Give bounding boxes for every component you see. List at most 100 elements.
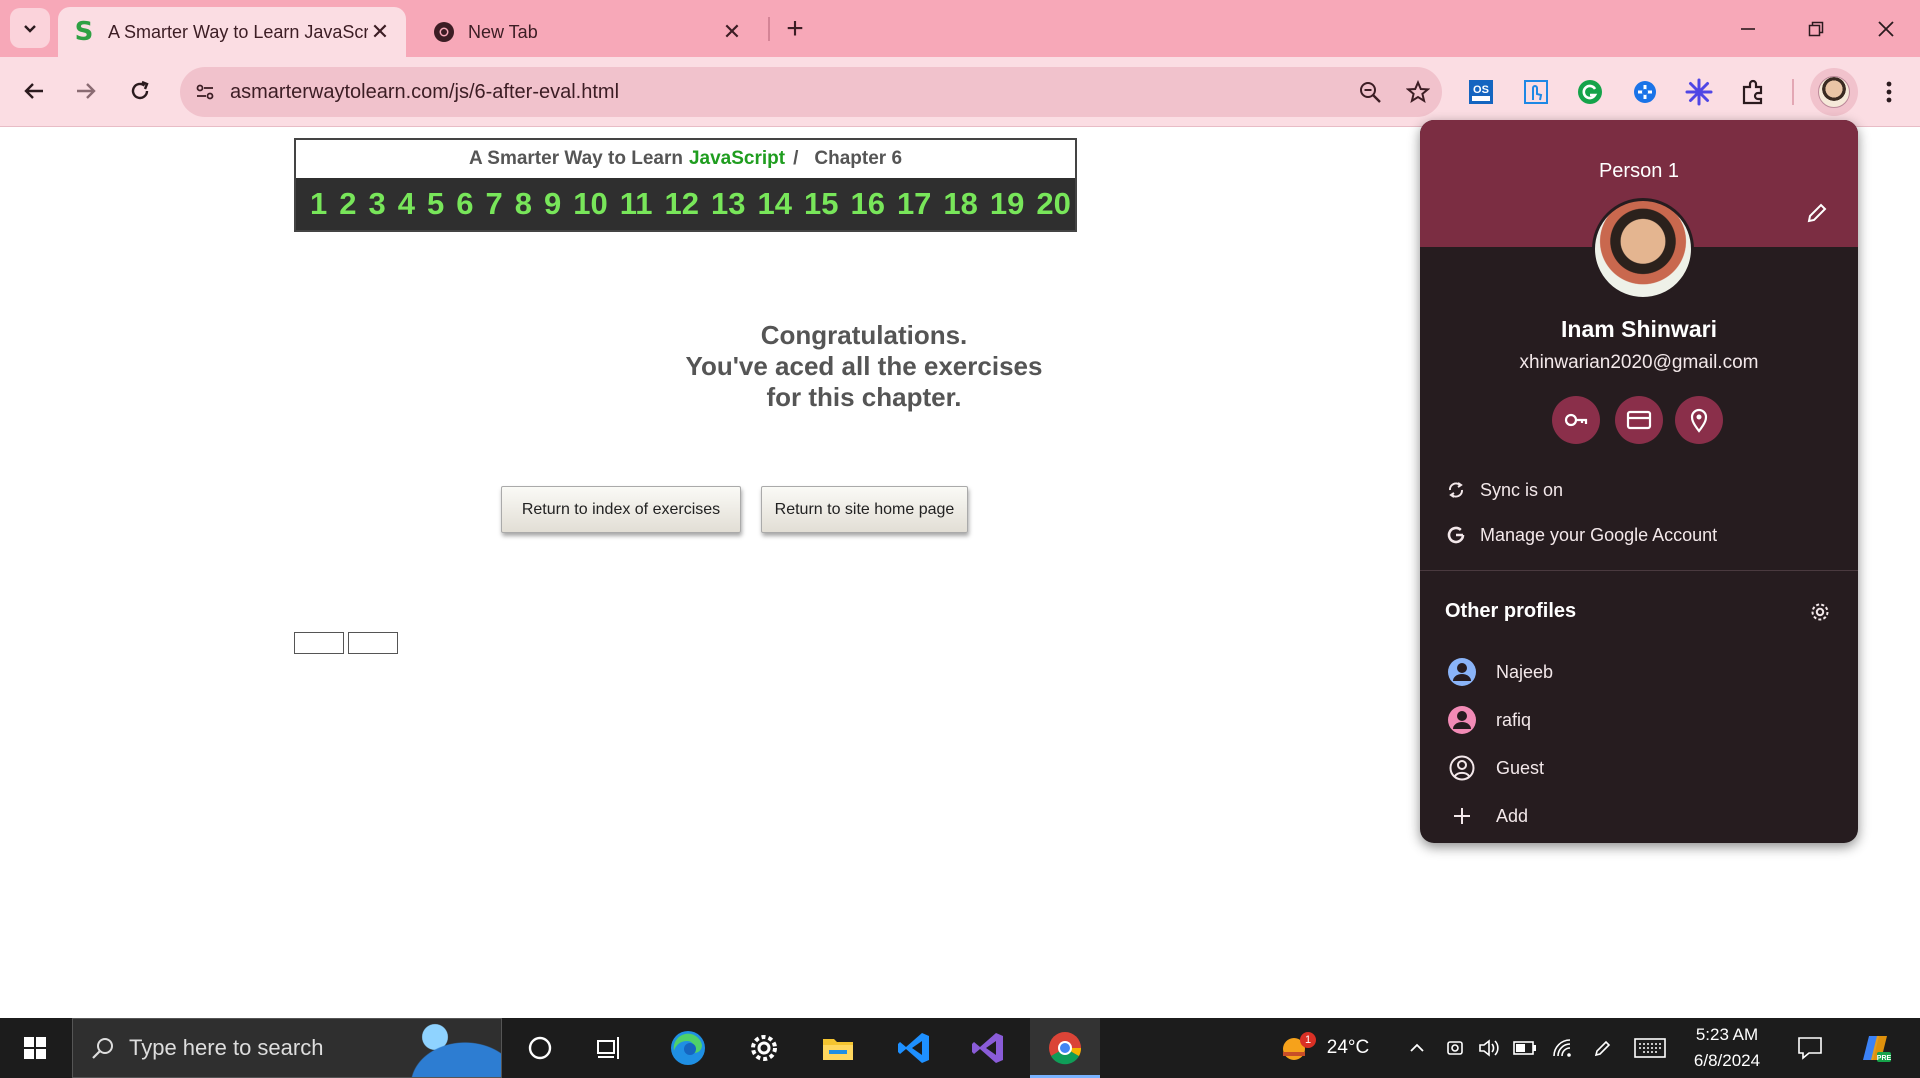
profile-button[interactable] <box>1810 68 1858 116</box>
chapter-link[interactable]: 9 <box>544 186 561 222</box>
chapter-link[interactable]: 11 <box>620 186 653 222</box>
taskbar-search[interactable]: Type here to search <box>72 1018 502 1078</box>
touch-icon[interactable] <box>1517 73 1555 111</box>
empty-box[interactable] <box>348 632 398 654</box>
chapter-label: Chapter 6 <box>814 148 903 169</box>
close-tab-icon[interactable]: ✕ <box>368 19 392 44</box>
sync-status-row[interactable]: Sync is on <box>1420 468 1858 512</box>
search-placeholder: Type here to search <box>129 1035 324 1060</box>
chapter-link[interactable]: 10 <box>573 186 607 222</box>
touch-keyboard-button[interactable] <box>1630 1018 1670 1078</box>
cortana-icon <box>528 1036 552 1060</box>
vscode-app[interactable] <box>884 1018 944 1078</box>
manage-account-row[interactable]: Manage your Google Account <box>1420 513 1858 557</box>
copilot-button[interactable]: PRE <box>1850 1018 1900 1078</box>
pen-button[interactable] <box>1588 1018 1618 1078</box>
puzzle-icon[interactable] <box>1734 73 1772 111</box>
profile-item-najeeb[interactable]: Najeeb <box>1420 650 1858 694</box>
menu-divider <box>1420 570 1858 571</box>
chapter-link[interactable]: 13 <box>711 186 745 222</box>
chevron-up-icon <box>1410 1043 1424 1052</box>
reload-icon <box>131 80 149 100</box>
keyboard-icon <box>1634 1038 1666 1058</box>
chapter-link[interactable]: 3 <box>369 186 386 222</box>
dashlane-icon[interactable] <box>1626 73 1664 111</box>
url-text[interactable]: asmarterwaytolearn.com/js/6-after-eval.h… <box>230 81 1346 104</box>
payment-methods-button[interactable] <box>1615 396 1663 444</box>
profile-item-rafiq[interactable]: rafiq <box>1420 698 1858 742</box>
settings-app[interactable] <box>734 1018 794 1078</box>
chapter-link[interactable]: 20 <box>1036 186 1070 222</box>
windows-icon <box>24 1037 46 1059</box>
chrome-icon <box>1049 1032 1082 1065</box>
empty-box[interactable] <box>294 632 344 654</box>
bookmark-button[interactable] <box>1394 68 1442 116</box>
chapter-link[interactable]: 1 <box>310 186 327 222</box>
chapter-link[interactable]: 18 <box>943 186 977 222</box>
chapter-link[interactable]: 14 <box>757 186 791 222</box>
close-tab-icon[interactable]: ✕ <box>720 19 744 44</box>
passwords-button[interactable] <box>1552 396 1600 444</box>
notifications-button[interactable] <box>1790 1018 1830 1078</box>
svg-text:OS: OS <box>1473 84 1489 96</box>
manage-profiles-button[interactable] <box>1804 596 1836 628</box>
task-view-button[interactable] <box>580 1018 640 1078</box>
chapter-number-list: 1 2 3 4 5 6 7 8 9 10 11 12 13 14 15 16 1… <box>296 178 1075 230</box>
tab-active[interactable]: S A Smarter Way to Learn JavaScr ✕ <box>58 7 406 57</box>
battery-icon <box>1513 1041 1536 1055</box>
reload-button[interactable] <box>120 71 160 111</box>
tab-title: A Smarter Way to Learn JavaScr <box>108 21 368 42</box>
add-profile-row[interactable]: Add <box>1420 794 1858 838</box>
visual-studio-app[interactable] <box>958 1018 1018 1078</box>
profile-item-label: Najeeb <box>1496 661 1554 682</box>
chapter-link[interactable]: 7 <box>486 186 503 222</box>
addresses-button[interactable] <box>1675 396 1723 444</box>
chapter-link[interactable]: 2 <box>339 186 356 222</box>
site-info-icon[interactable] <box>180 67 230 117</box>
meet-now-button[interactable] <box>1440 1018 1470 1078</box>
network-button[interactable] <box>1548 1018 1578 1078</box>
tab-strip: S A Smarter Way to Learn JavaScr ✕ New T… <box>0 0 1920 57</box>
chrome-app[interactable] <box>1030 1018 1100 1078</box>
back-button[interactable] <box>14 71 54 111</box>
chapter-link[interactable]: 4 <box>398 186 415 222</box>
taskbar-clock[interactable]: 5:23 AM 6/8/2024 <box>1682 1022 1772 1074</box>
return-to-index-button[interactable]: Return to index of exercises <box>501 486 741 533</box>
chapter-link[interactable]: 12 <box>665 186 699 222</box>
file-explorer-app[interactable] <box>808 1018 868 1078</box>
key-icon <box>1564 413 1588 427</box>
chapter-link[interactable]: 15 <box>804 186 838 222</box>
chapter-link[interactable]: 6 <box>456 186 473 222</box>
cortana-button[interactable] <box>510 1018 570 1078</box>
show-hidden-icons-button[interactable] <box>1402 1018 1432 1078</box>
tab-new-tab[interactable]: New Tab ✕ <box>418 7 758 57</box>
new-tab-button[interactable]: + <box>778 12 812 46</box>
restore-button[interactable] <box>1782 0 1850 57</box>
book-title: A Smarter Way to Learn <box>468 148 683 169</box>
start-button[interactable] <box>0 1018 70 1078</box>
os-addon-icon[interactable]: OS <box>1462 73 1500 111</box>
address-bar[interactable]: asmarterwaytolearn.com/js/6-after-eval.h… <box>180 67 1442 117</box>
chapter-link[interactable]: 5 <box>427 186 444 222</box>
sparkle-icon[interactable] <box>1680 73 1718 111</box>
edit-profile-button[interactable] <box>1802 198 1832 228</box>
forward-button[interactable] <box>66 71 106 111</box>
tab-search-button[interactable] <box>10 8 50 48</box>
profile-item-guest[interactable]: Guest <box>1420 746 1858 790</box>
grammarly-icon[interactable] <box>1571 73 1609 111</box>
volume-button[interactable] <box>1474 1018 1504 1078</box>
battery-indicator[interactable] <box>1510 1018 1540 1078</box>
chrome-menu-button[interactable] <box>1870 73 1908 111</box>
chapter-link[interactable]: 17 <box>897 186 931 222</box>
zoom-button[interactable] <box>1346 68 1394 116</box>
guest-icon <box>1449 755 1475 781</box>
chapter-link[interactable]: 8 <box>515 186 532 222</box>
minimize-button[interactable] <box>1714 0 1782 57</box>
close-window-button[interactable] <box>1852 0 1920 57</box>
chapter-link[interactable]: 19 <box>990 186 1024 222</box>
return-to-home-button[interactable]: Return to site home page <box>761 486 968 533</box>
chapter-link[interactable]: 16 <box>850 186 884 222</box>
temperature-display[interactable]: 24°C <box>1320 1018 1376 1078</box>
weather-widget[interactable]: 1 <box>1276 1018 1316 1078</box>
edge-app[interactable] <box>658 1018 718 1078</box>
